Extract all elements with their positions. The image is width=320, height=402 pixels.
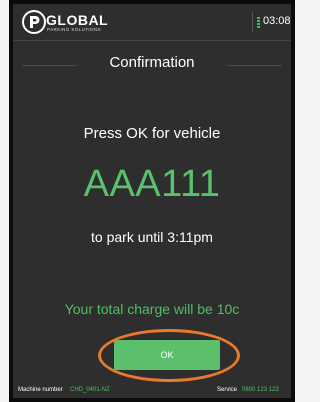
confirmation-prompt: Press OK for vehicle — [83, 125, 221, 142]
footer: Machine number CHD_0401-NZ Service 0800 … — [13, 385, 291, 397]
clock: 03:08 — [263, 15, 291, 27]
signal-icon — [257, 17, 260, 28]
page-title: Confirmation — [109, 54, 195, 71]
machine-number-label: Machine number — [18, 387, 63, 393]
topbar-divider — [252, 12, 253, 32]
park-until-text: to park until 3:11pm — [91, 229, 213, 245]
parking-terminal: GLOBAL PARKING SOLUTIONS 03:08 Confirmat… — [9, 0, 295, 402]
service-phone: 0800 123 123 — [242, 387, 279, 393]
total-charge-text: Your total charge will be 10c — [64, 301, 240, 317]
vehicle-plate: AAA111 — [83, 163, 221, 205]
parking-p-icon — [22, 10, 46, 34]
ok-button[interactable]: OK — [114, 340, 220, 370]
service-label: Service — [217, 387, 238, 393]
brand-tagline: PARKING SOLUTIONS — [47, 27, 101, 32]
machine-number-value: CHD_0401-NZ — [70, 387, 110, 393]
brand-name: GLOBAL — [46, 12, 109, 28]
terminal-screen: GLOBAL PARKING SOLUTIONS 03:08 Confirmat… — [13, 4, 291, 398]
top-bar: GLOBAL PARKING SOLUTIONS 03:08 — [13, 4, 291, 41]
